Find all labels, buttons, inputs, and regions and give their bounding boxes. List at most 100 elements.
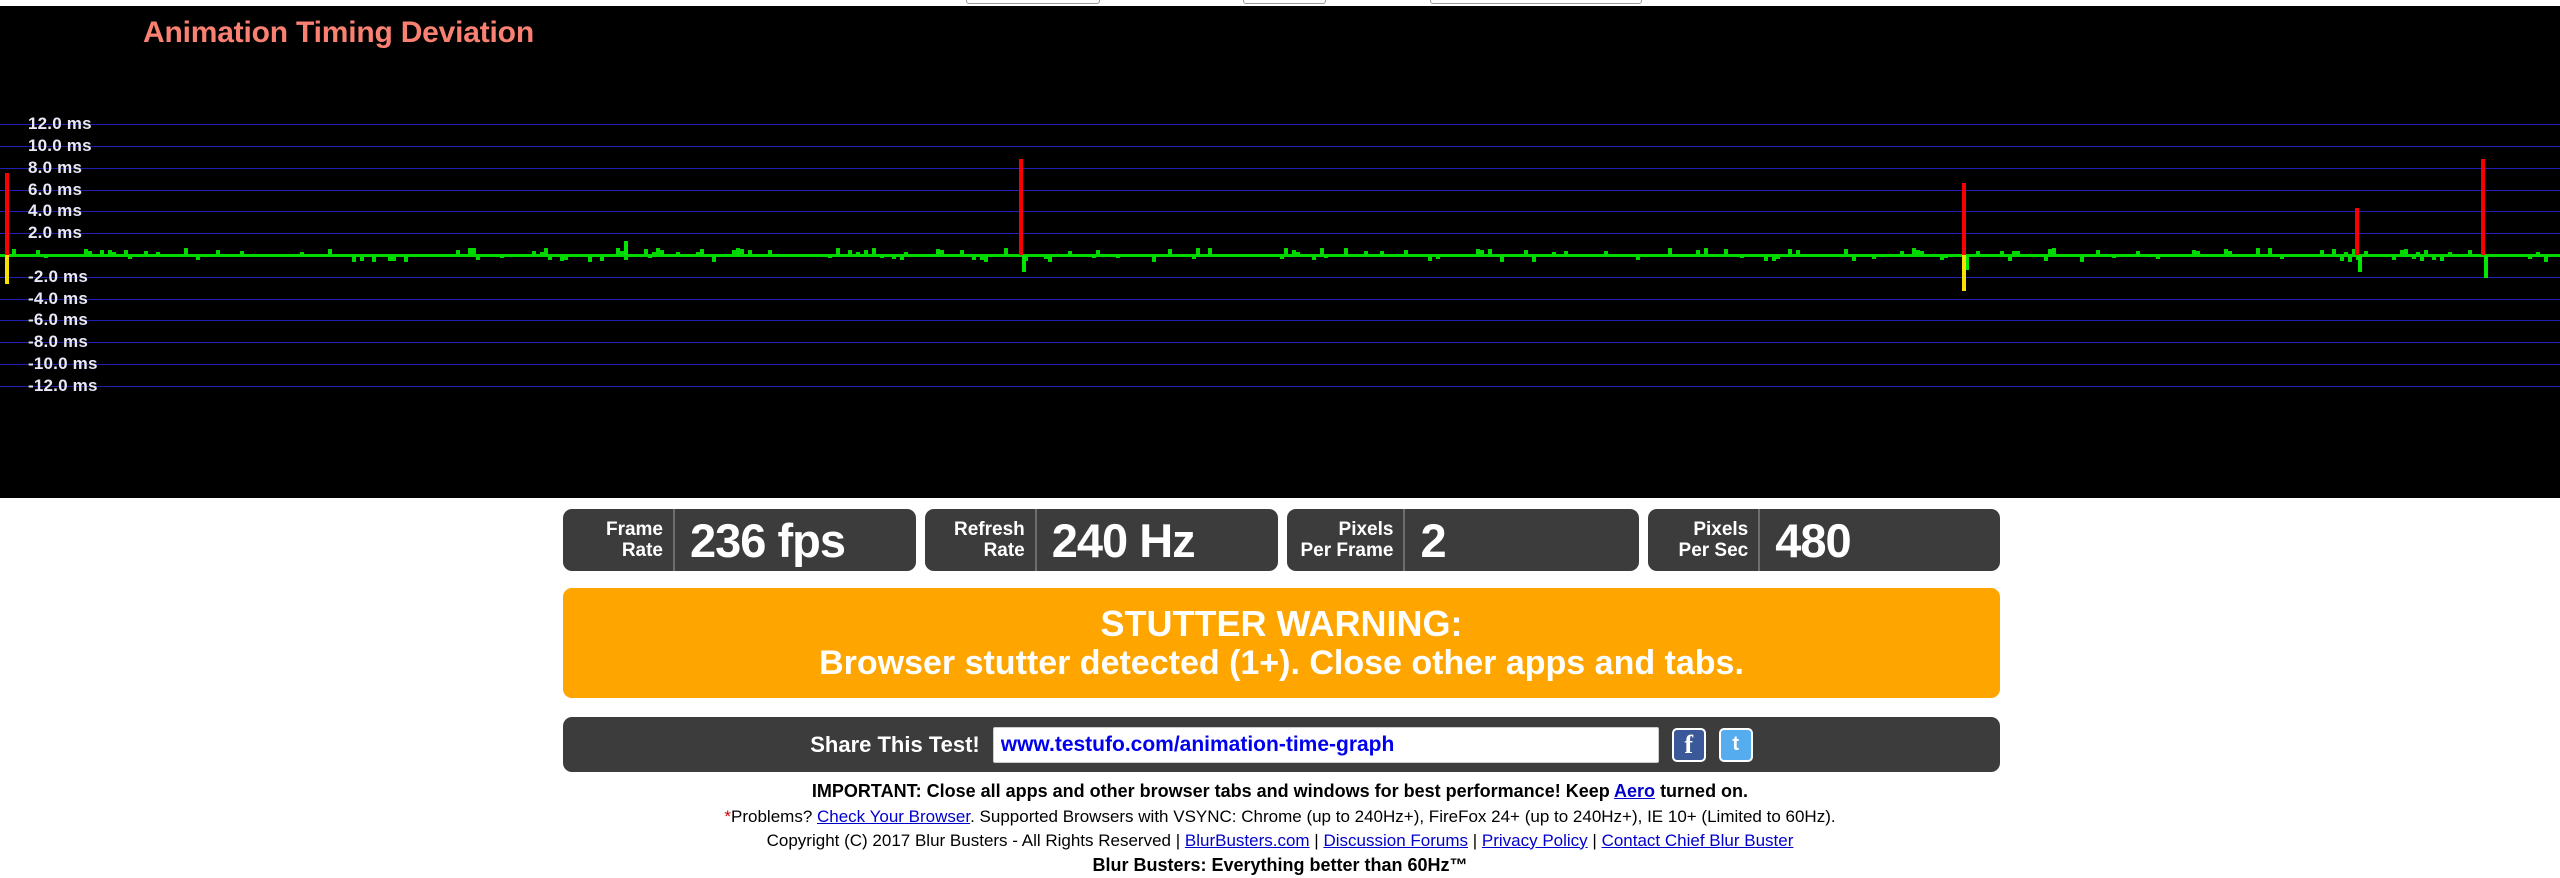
footer-important-line: IMPORTANT: Close all apps and other brow…: [0, 779, 2560, 805]
footer-sep-3: |: [1588, 831, 1602, 850]
trace-jitter: [2008, 256, 2012, 261]
trace-jitter: [712, 256, 716, 262]
gridline: [0, 320, 2560, 321]
trace-blip: [624, 241, 628, 254]
trace-jitter: [2096, 250, 2100, 254]
trace-jitter: [660, 250, 664, 254]
trace-jitter: [1116, 256, 1120, 258]
check-your-browser-link[interactable]: Check Your Browser: [817, 807, 970, 826]
trace-jitter: [880, 256, 884, 258]
trace-jitter: [984, 256, 988, 262]
twitter-icon[interactable]: t: [1719, 728, 1753, 762]
trace-jitter: [1552, 252, 1556, 254]
trace-jitter: [1488, 249, 1492, 254]
y-axis-tick-label: -2.0 ms: [28, 267, 88, 287]
trace-jitter: [740, 249, 744, 254]
trace-jitter: [1604, 251, 1608, 254]
trace-jitter: [100, 250, 104, 254]
trace-jitter: [328, 249, 332, 254]
y-axis-tick-label: 2.0 ms: [28, 223, 82, 243]
trace-jitter: [2404, 249, 2408, 254]
pixels-per-plot-control: Pixels Per Plot: 2 Pixels: [1134, 0, 1326, 4]
stat-label-line1: Frame: [606, 519, 663, 540]
trace-jitter: [1168, 249, 1172, 254]
stat-value: 2: [1405, 509, 1455, 571]
trace-jitter: [2432, 256, 2436, 260]
contact-chief-blur-buster-link[interactable]: Contact Chief Blur Buster: [1602, 831, 1794, 850]
trace-jitter: [2440, 256, 2444, 261]
trace-jitter: [2528, 256, 2532, 259]
trace-jitter: [1500, 256, 1504, 262]
gridline: [0, 190, 2560, 191]
stat-label-line2: Rate: [622, 540, 663, 561]
trace-jitter: [848, 250, 852, 254]
stat-value: 236 fps: [675, 509, 855, 571]
trace-jitter: [1436, 256, 1440, 259]
trace-jitter: [36, 250, 40, 254]
trace-jitter: [1048, 256, 1052, 262]
footer-problems-text-a: Problems?: [731, 807, 817, 826]
trace-jitter: [972, 256, 976, 260]
trace-jitter: [1152, 256, 1156, 262]
trace-jitter: [1900, 251, 1904, 254]
stat-box: FrameRate 236 fps: [563, 509, 916, 571]
trace-jitter: [2468, 250, 2472, 254]
trace-jitter: [2016, 251, 2020, 254]
facebook-icon[interactable]: f: [1672, 728, 1706, 762]
stat-value: 480: [1760, 509, 1860, 571]
trace-jitter: [1280, 256, 1284, 259]
gridline: [0, 168, 2560, 169]
gridline: [0, 233, 2560, 234]
y-axis-tick-label: 4.0 ms: [28, 201, 82, 221]
trace-jitter: [1320, 248, 1324, 254]
trace-jitter: [2536, 252, 2540, 254]
trace-jitter: [1324, 256, 1328, 258]
trace-jitter: [548, 256, 552, 260]
measure-select[interactable]: Animation Timing Deviation: [1430, 0, 1643, 4]
trace-jitter: [872, 248, 876, 254]
privacy-policy-link[interactable]: Privacy Policy: [1482, 831, 1588, 850]
footer-problems-line: *Problems? Check Your Browser. Supported…: [0, 805, 2560, 829]
trace-jitter: [864, 250, 868, 254]
trace-blip: [1022, 256, 1026, 272]
trace-jitter: [404, 256, 408, 262]
animation-timing-deviation-graph[interactable]: 12.0 ms10.0 ms8.0 ms6.0 ms4.0 ms2.0 ms-2…: [0, 6, 2560, 498]
trace-jitter: [1428, 256, 1432, 261]
trace-jitter: [1380, 251, 1384, 254]
trace-jitter: [144, 251, 148, 254]
stats-row: FrameRate 236 fps RefreshRate240 HzPixelsP…: [563, 509, 2000, 571]
stat-label: PixelsPer Frame: [1287, 509, 1406, 571]
scale-control: Scale: 10 milliseconds: [918, 0, 1100, 4]
trace-jitter: [128, 256, 132, 259]
gridline: [0, 277, 2560, 278]
trace-jitter: [2424, 250, 2428, 254]
share-url-input[interactable]: [993, 727, 1659, 763]
y-axis-tick-label: 6.0 ms: [28, 180, 82, 200]
trace-jitter: [2044, 256, 2048, 261]
measure-label: Measure:: [1360, 0, 1423, 1]
scale-select[interactable]: 10 milliseconds: [966, 0, 1100, 4]
trace-jitter: [1704, 248, 1708, 254]
spike-up: [2355, 208, 2359, 255]
aero-link[interactable]: Aero: [1614, 781, 1655, 801]
y-axis-tick-label: 12.0 ms: [28, 114, 92, 134]
stutter-warning-banner: STUTTER WARNING: Browser stutter detecte…: [563, 588, 2000, 698]
trace-jitter: [1524, 250, 1528, 254]
trace-jitter: [1724, 249, 1728, 254]
trace-jitter: [1068, 251, 1072, 254]
trace-jitter: [856, 252, 860, 254]
trace-jitter: [1564, 251, 1568, 254]
stat-label-line2: Per Frame: [1301, 540, 1394, 561]
trace-jitter: [1776, 256, 1780, 259]
trace-jitter: [2080, 256, 2084, 262]
pixels-per-plot-label: Pixels Per Plot:: [1134, 0, 1236, 1]
trace-jitter: [300, 252, 304, 254]
blurbusters-link[interactable]: BlurBusters.com: [1185, 831, 1310, 850]
discussion-forums-link[interactable]: Discussion Forums: [1323, 831, 1468, 850]
stat-box: RefreshRate240 Hz: [925, 509, 1278, 571]
pixels-per-plot-select[interactable]: 2 Pixels: [1243, 0, 1327, 4]
trace-jitter: [700, 249, 704, 254]
trace-jitter: [1636, 256, 1640, 260]
stat-label: RefreshRate: [925, 509, 1037, 571]
trace-jitter: [600, 256, 604, 261]
